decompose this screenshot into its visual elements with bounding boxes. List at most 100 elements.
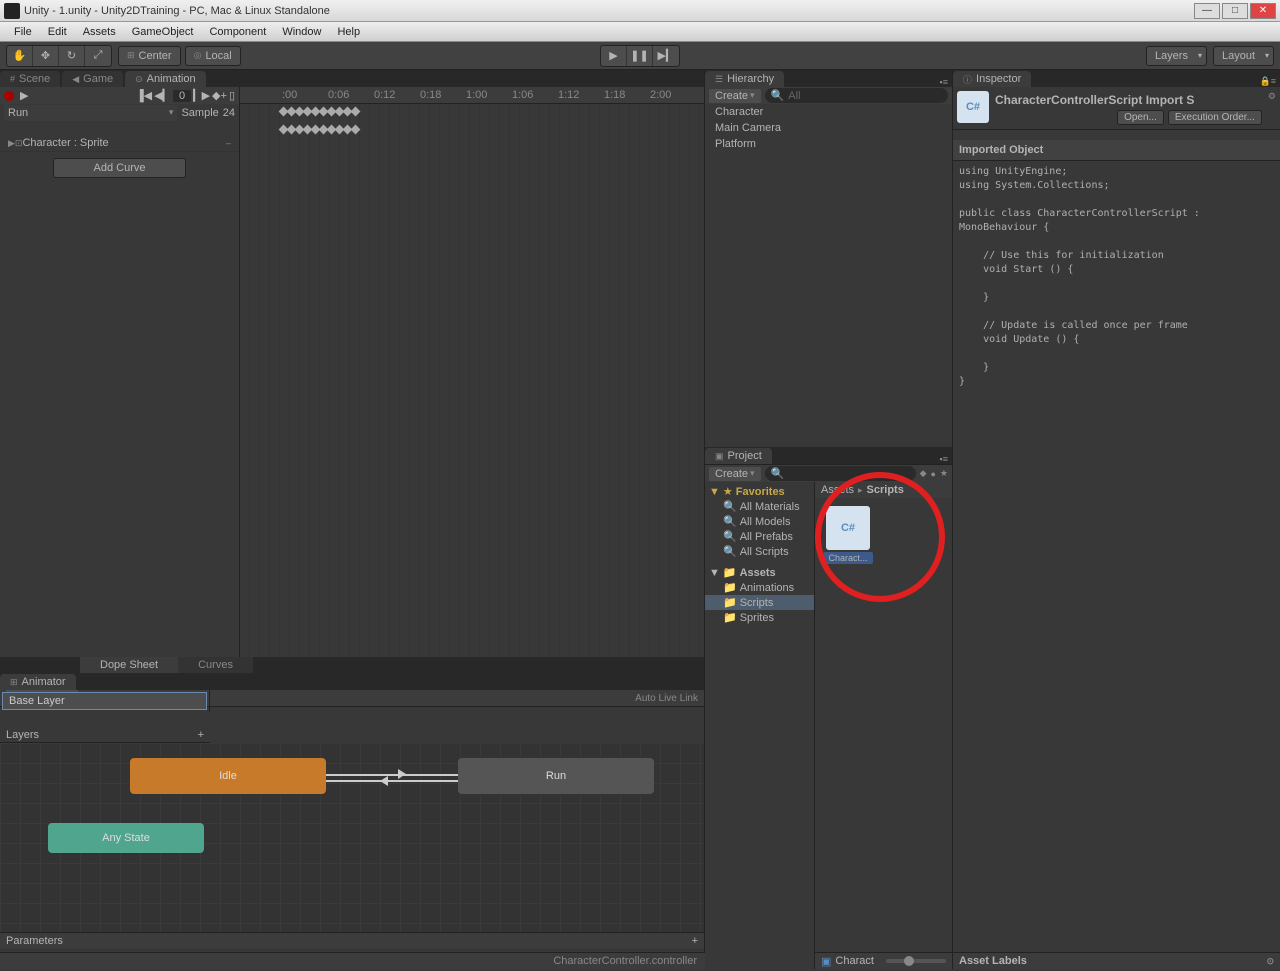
tree-folder[interactable]: 📁Sprites <box>705 610 814 625</box>
pivot-toggle[interactable]: ⊞ Center <box>118 46 181 66</box>
curves-tab[interactable]: Curves <box>178 657 253 673</box>
asset-script[interactable]: C# Charact... <box>823 506 873 564</box>
layout-dropdown[interactable]: Layout <box>1213 46 1274 66</box>
record-button[interactable] <box>4 91 14 101</box>
add-layer-button[interactable]: + <box>198 729 204 741</box>
frame-field[interactable]: 0 <box>173 90 191 102</box>
tab-animator[interactable]: ⊞Animator <box>0 674 76 690</box>
transition-run-idle[interactable] <box>326 780 458 782</box>
state-any[interactable]: Any State <box>48 823 204 853</box>
hand-tool[interactable]: ✋ <box>7 46 33 66</box>
hierarchy-item[interactable]: Main Camera <box>705 120 952 136</box>
menu-window[interactable]: Window <box>274 26 329 38</box>
pause-button[interactable]: ❚❚ <box>627 46 653 66</box>
tab-inspector[interactable]: ⓘInspector <box>953 71 1031 87</box>
add-key-button[interactable]: ◆+ <box>212 89 227 102</box>
step-button[interactable]: ▶▎ <box>653 46 679 66</box>
tree-folder[interactable]: 📁Animations <box>705 580 814 595</box>
rotate-tool[interactable]: ↻ <box>59 46 85 66</box>
animator-graph[interactable]: Idle Run Any State <box>0 743 704 932</box>
filter-label-icon[interactable]: ● <box>930 469 935 479</box>
folder-icon: 📁 <box>723 566 737 579</box>
add-event-button[interactable]: ▯ <box>229 89 235 102</box>
tree-fav-item[interactable]: 🔍All Prefabs <box>705 529 814 544</box>
menu-edit[interactable]: Edit <box>40 26 75 38</box>
timeline[interactable]: :00 0:06 0:12 0:18 1:00 1:06 1:12 1:18 2… <box>240 87 704 657</box>
menu-assets[interactable]: Assets <box>75 26 124 38</box>
close-button[interactable]: ✕ <box>1250 3 1276 19</box>
timeline-ruler[interactable]: :00 0:06 0:12 0:18 1:00 1:06 1:12 1:18 2… <box>240 87 704 104</box>
menu-file[interactable]: File <box>6 26 40 38</box>
breadcrumb-item[interactable]: Assets <box>821 484 854 496</box>
left-column: #Scene ◀Game ⊙Animation ▶ ▐◀ ◀▎ 0 ▎▶ ◆+ … <box>0 70 705 969</box>
hierarchy-search[interactable]: 🔍All <box>765 88 948 103</box>
breadcrumb-item[interactable]: Scripts <box>867 484 904 496</box>
project-search[interactable]: 🔍 <box>765 466 916 481</box>
auto-live-link[interactable]: Auto Live Link <box>635 693 698 704</box>
sample-field[interactable]: 24 <box>223 107 235 119</box>
tab-hierarchy[interactable]: ☰Hierarchy <box>705 71 784 87</box>
execution-order-button[interactable]: Execution Order... <box>1168 110 1262 125</box>
track-character-sprite[interactable]: ▶ ⊡ Character : Sprite – <box>0 135 239 152</box>
dopesheet-tab[interactable]: Dope Sheet <box>80 657 178 673</box>
prev-key-button[interactable]: ◀▎ <box>154 89 171 102</box>
project-create-button[interactable]: Create▾ <box>709 467 761 481</box>
tab-game[interactable]: ◀Game <box>62 71 123 87</box>
add-parameter-button[interactable]: + <box>692 935 698 947</box>
scale-tool[interactable]: ⤢ <box>85 46 111 66</box>
hierarchy-item[interactable]: Platform <box>705 136 952 152</box>
search-icon: 🔍 <box>771 89 785 102</box>
layers-dropdown[interactable]: Layers <box>1146 46 1207 66</box>
layer-base[interactable]: Base Layer <box>2 692 207 710</box>
tab-project[interactable]: ▣Project <box>705 448 772 464</box>
game-icon: ◀ <box>72 74 79 85</box>
hierarchy-item[interactable]: Character <box>705 104 952 120</box>
move-tool[interactable]: ✥ <box>33 46 59 66</box>
gear-icon[interactable]: ⚙ <box>1268 91 1276 102</box>
tree-fav-item[interactable]: 🔍All Materials <box>705 499 814 514</box>
panel-menu-icon[interactable]: ▪≡ <box>936 77 952 87</box>
tree-folder-scripts[interactable]: 📁Scripts <box>705 595 814 610</box>
save-search-icon[interactable]: ★ <box>940 468 948 479</box>
tree-favorites[interactable]: ▼★Favorites <box>705 484 814 499</box>
keyframe[interactable] <box>351 107 361 117</box>
play-button[interactable]: ▶ <box>601 46 627 66</box>
state-run[interactable]: Run <box>458 758 654 794</box>
project-grid[interactable]: C# Charact... <box>815 498 952 952</box>
lock-icon[interactable]: 🔒≡ <box>1256 76 1280 87</box>
label-icon[interactable]: ⊙ <box>1266 956 1274 967</box>
track-menu-icon[interactable]: – <box>226 138 231 148</box>
add-curve-button[interactable]: Add Curve <box>53 158 187 178</box>
tree-fav-item[interactable]: 🔍All Models <box>705 514 814 529</box>
tree-assets[interactable]: ▼📁Assets <box>705 565 814 580</box>
menu-help[interactable]: Help <box>329 26 368 38</box>
clip-dropdown[interactable]: Run▾ <box>4 105 177 121</box>
state-idle[interactable]: Idle <box>130 758 326 794</box>
next-key-button[interactable]: ▎▶ <box>193 89 210 102</box>
parameters-header: Parameters + <box>0 932 704 949</box>
animation-left: ▶ ▐◀ ◀▎ 0 ▎▶ ◆+ ▯ Run▾ Sample 24 ▶ ⊡ <box>0 87 240 657</box>
right-column: ☰Hierarchy ▪≡ Create▾ 🔍All Character Mai… <box>705 70 1280 969</box>
space-toggle[interactable]: ◎ Local <box>185 46 241 66</box>
panel-menu-icon[interactable]: ▪≡ <box>936 454 952 464</box>
maximize-button[interactable]: □ <box>1222 3 1248 19</box>
folder-icon: 📁 <box>723 596 737 609</box>
keyframe[interactable] <box>351 125 361 135</box>
first-key-button[interactable]: ▐◀ <box>136 89 152 102</box>
timeline-body[interactable] <box>240 104 704 657</box>
hierarchy-create-button[interactable]: Create▾ <box>709 89 761 103</box>
open-button[interactable]: Open... <box>1117 110 1164 125</box>
filter-icon[interactable]: ◆ <box>920 468 927 479</box>
minimize-button[interactable]: — <box>1194 3 1220 19</box>
expand-icon[interactable]: ▶ <box>8 138 15 149</box>
tree-fav-item[interactable]: 🔍All Scripts <box>705 544 814 559</box>
transition-idle-run[interactable] <box>326 774 458 776</box>
tab-animation[interactable]: ⊙Animation <box>125 71 205 87</box>
animator-tab-row: ⊞Animator <box>0 673 704 690</box>
window-title: Unity - 1.unity - Unity2DTraining - PC, … <box>24 5 330 17</box>
menu-component[interactable]: Component <box>201 26 274 38</box>
menu-gameobject[interactable]: GameObject <box>124 26 202 38</box>
anim-play-button[interactable]: ▶ <box>20 89 28 102</box>
tab-scene[interactable]: #Scene <box>0 71 60 87</box>
thumbnail-size-slider[interactable] <box>886 959 946 963</box>
